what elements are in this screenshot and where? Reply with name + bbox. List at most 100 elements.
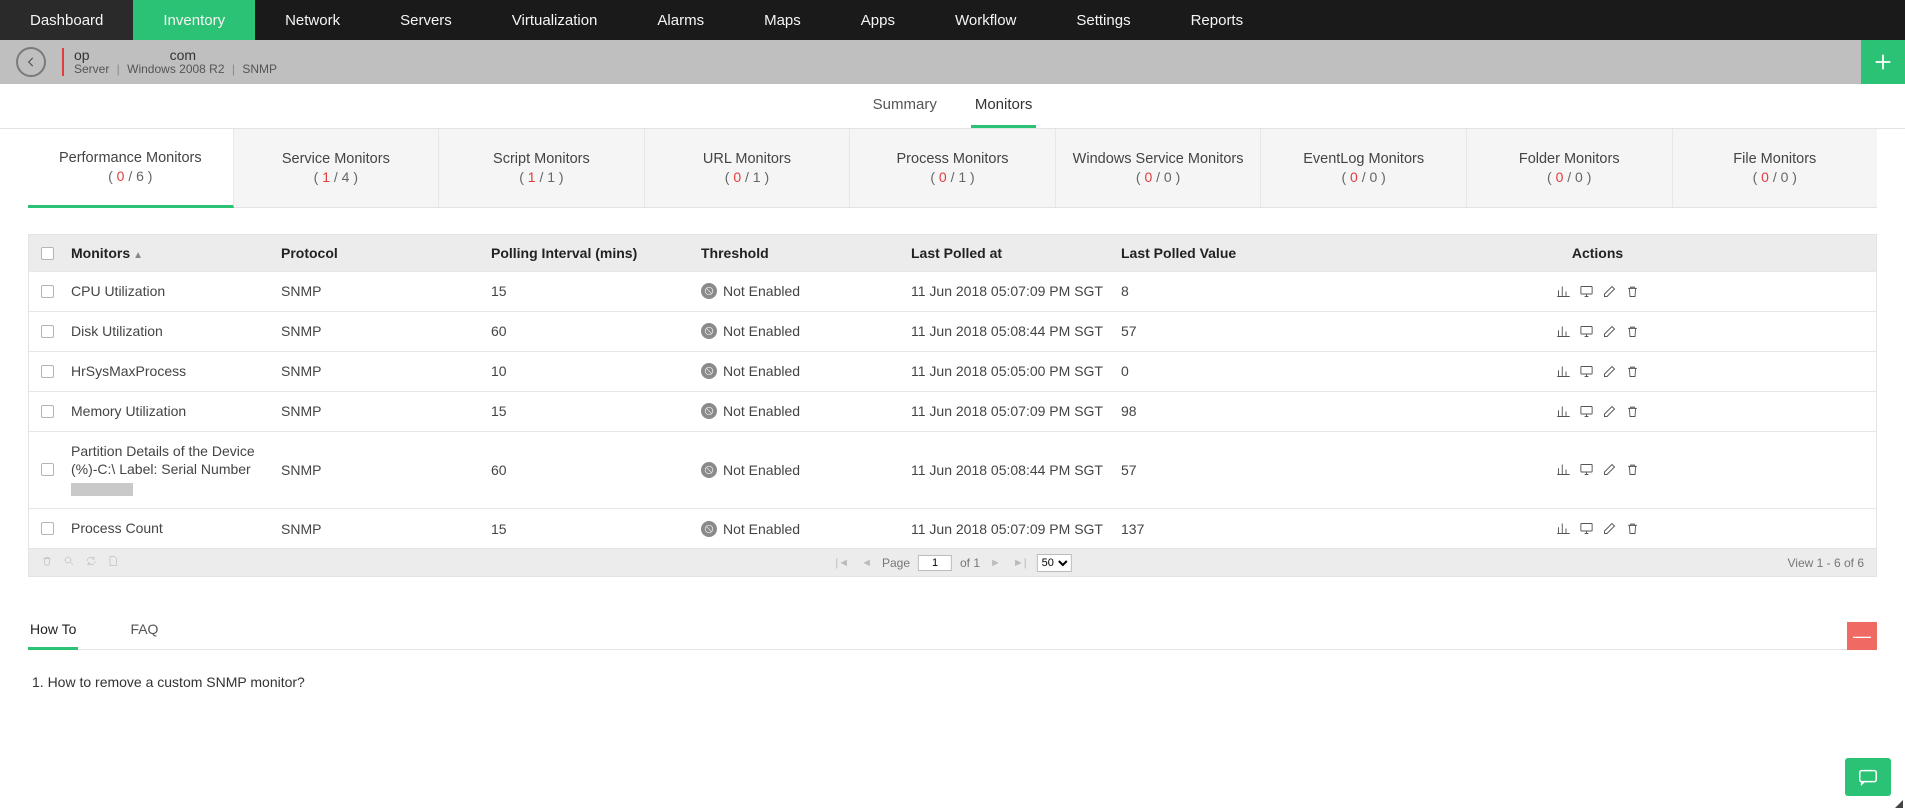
cell-protocol: SNMP [281, 521, 491, 537]
edit-icon[interactable] [1602, 521, 1617, 536]
cell-monitor[interactable]: HrSysMaxProcess [71, 362, 281, 381]
pager-size-select[interactable]: 50 [1037, 554, 1072, 572]
monitor-icon[interactable] [1579, 364, 1594, 379]
chart-icon[interactable] [1556, 284, 1571, 299]
search-icon[interactable] [63, 555, 75, 570]
help-tab-how-to[interactable]: How To [28, 613, 78, 650]
montab-file-monitors[interactable]: File Monitors( 0 / 0 ) [1673, 129, 1878, 207]
nav-alarms[interactable]: Alarms [627, 0, 734, 40]
cell-last-polled: 11 Jun 2018 05:07:09 PM SGT [911, 521, 1121, 537]
pager-first[interactable]: |◄ [833, 557, 851, 569]
montab-url-monitors[interactable]: URL Monitors( 0 / 1 ) [645, 129, 851, 207]
chart-icon[interactable] [1556, 364, 1571, 379]
monitor-icon[interactable] [1579, 324, 1594, 339]
cell-last-value: 57 [1121, 462, 1331, 478]
trash-icon[interactable] [1625, 364, 1640, 379]
cell-last-value: 98 [1121, 403, 1331, 419]
montab-eventlog-monitors[interactable]: EventLog Monitors( 0 / 0 ) [1261, 129, 1467, 207]
cell-threshold: Not Enabled [701, 403, 911, 419]
chart-icon[interactable] [1556, 324, 1571, 339]
add-button[interactable] [1861, 40, 1905, 84]
nav-maps[interactable]: Maps [734, 0, 831, 40]
col-last-value[interactable]: Last Polled Value [1121, 245, 1331, 261]
monitor-icon[interactable] [1579, 521, 1594, 536]
col-monitors[interactable]: Monitors [71, 245, 130, 261]
cell-monitor[interactable]: Memory Utilization [71, 402, 281, 421]
help-tab-faq[interactable]: FAQ [128, 613, 160, 649]
cell-monitor[interactable]: Process Count [71, 519, 281, 538]
chart-icon[interactable] [1556, 462, 1571, 477]
trash-icon[interactable] [1625, 324, 1640, 339]
montab-script-monitors[interactable]: Script Monitors( 1 / 1 ) [439, 129, 645, 207]
row-checkbox[interactable] [41, 285, 54, 298]
howto-item[interactable]: 1. How to remove a custom SNMP monitor? [28, 650, 1877, 714]
nav-dashboard[interactable]: Dashboard [0, 0, 133, 40]
device-name-part2: com [170, 48, 196, 63]
trash-icon[interactable] [1625, 404, 1640, 419]
row-checkbox[interactable] [41, 365, 54, 378]
nav-workflow[interactable]: Workflow [925, 0, 1046, 40]
montab-service-monitors[interactable]: Service Monitors( 1 / 4 ) [234, 129, 440, 207]
trash-icon[interactable] [1625, 521, 1640, 536]
chart-icon[interactable] [1556, 404, 1571, 419]
nav-inventory[interactable]: Inventory [133, 0, 255, 40]
col-last-polled[interactable]: Last Polled at [911, 245, 1121, 261]
select-all-checkbox[interactable] [41, 247, 54, 260]
row-checkbox[interactable] [41, 522, 54, 535]
table-row: Disk UtilizationSNMP60Not Enabled11 Jun … [29, 311, 1876, 351]
pager-next[interactable]: ► [988, 557, 1003, 569]
edit-icon[interactable] [1602, 462, 1617, 477]
cell-last-value: 0 [1121, 363, 1331, 379]
row-checkbox[interactable] [41, 325, 54, 338]
pager-last[interactable]: ►| [1011, 557, 1029, 569]
tab-monitors[interactable]: Monitors [971, 84, 1037, 128]
resize-grip-icon[interactable] [1895, 800, 1903, 808]
cell-polling: 60 [491, 323, 701, 339]
cell-monitor[interactable]: CPU Utilization [71, 282, 281, 301]
edit-icon[interactable] [1602, 404, 1617, 419]
delete-selected-icon[interactable] [41, 555, 53, 570]
cell-last-value: 57 [1121, 323, 1331, 339]
row-checkbox[interactable] [41, 463, 54, 476]
chat-button[interactable] [1845, 758, 1891, 796]
tab-summary[interactable]: Summary [869, 84, 941, 128]
status-bar-icon [62, 48, 64, 76]
monitor-icon[interactable] [1579, 284, 1594, 299]
col-protocol[interactable]: Protocol [281, 245, 491, 261]
col-threshold[interactable]: Threshold [701, 245, 911, 261]
collapse-button[interactable]: — [1847, 622, 1877, 650]
edit-icon[interactable] [1602, 284, 1617, 299]
back-button[interactable] [16, 47, 46, 77]
cell-monitor[interactable]: Disk Utilization [71, 322, 281, 341]
trash-icon[interactable] [1625, 462, 1640, 477]
edit-icon[interactable] [1602, 324, 1617, 339]
table-row: HrSysMaxProcessSNMP10Not Enabled11 Jun 2… [29, 351, 1876, 391]
export-icon[interactable] [107, 555, 119, 570]
pager-prev[interactable]: ◄ [859, 557, 874, 569]
monitor-icon[interactable] [1579, 462, 1594, 477]
refresh-icon[interactable] [85, 555, 97, 570]
row-checkbox[interactable] [41, 405, 54, 418]
edit-icon[interactable] [1602, 364, 1617, 379]
cell-threshold: Not Enabled [701, 323, 911, 339]
cell-threshold: Not Enabled [701, 363, 911, 379]
pager-of-label: of 1 [960, 556, 980, 570]
device-type: Server [74, 62, 109, 76]
monitor-icon[interactable] [1579, 404, 1594, 419]
nav-settings[interactable]: Settings [1046, 0, 1160, 40]
montab-performance-monitors[interactable]: Performance Monitors( 0 / 6 ) [28, 129, 234, 208]
montab-folder-monitors[interactable]: Folder Monitors( 0 / 0 ) [1467, 129, 1673, 207]
nav-reports[interactable]: Reports [1161, 0, 1274, 40]
nav-servers[interactable]: Servers [370, 0, 482, 40]
nav-apps[interactable]: Apps [831, 0, 925, 40]
montab-windows-service-monitors[interactable]: Windows Service Monitors( 0 / 0 ) [1056, 129, 1262, 207]
pager-page-input[interactable] [918, 555, 952, 571]
col-polling[interactable]: Polling Interval (mins) [491, 245, 701, 261]
cell-monitor[interactable]: Partition Details of the Device (%)-C:\ … [71, 442, 281, 499]
montab-process-monitors[interactable]: Process Monitors( 0 / 1 ) [850, 129, 1056, 207]
disabled-icon [701, 363, 717, 379]
nav-network[interactable]: Network [255, 0, 370, 40]
chart-icon[interactable] [1556, 521, 1571, 536]
nav-virtualization[interactable]: Virtualization [482, 0, 628, 40]
trash-icon[interactable] [1625, 284, 1640, 299]
